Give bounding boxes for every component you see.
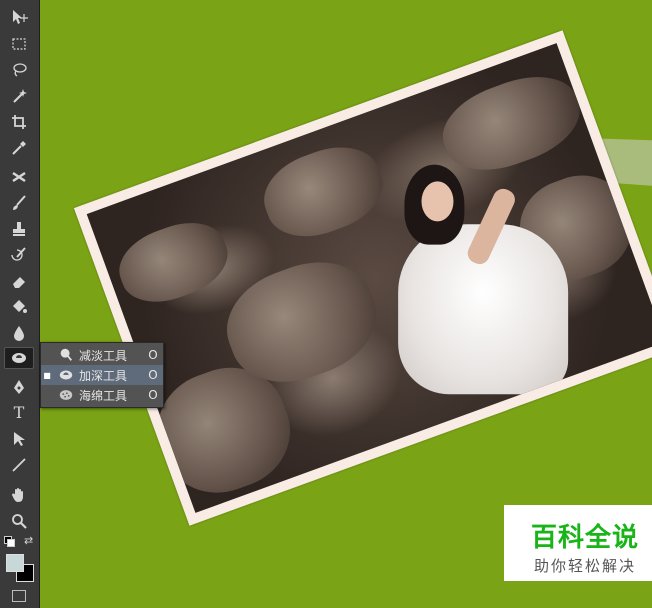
tool-flyout-menu: 减淡工具 O ■ 加深工具 O 海绵工具 O [40, 342, 164, 408]
face [421, 181, 454, 222]
eraser-icon [13, 277, 25, 288]
swap-colors-icon[interactable]: ⇄ [24, 534, 33, 547]
foreground-color-swatch[interactable] [6, 554, 24, 572]
burn-icon [12, 353, 26, 363]
crop-tool[interactable] [4, 111, 34, 133]
magic-wand-tool[interactable] [4, 85, 34, 107]
history-brush-icon [11, 247, 26, 261]
brush-tool[interactable] [4, 192, 34, 214]
burn-icon [59, 370, 73, 380]
move-tool[interactable] [4, 6, 34, 28]
default-colors-icon[interactable] [4, 536, 15, 547]
type-tool[interactable]: T [4, 402, 34, 424]
burn-tool[interactable] [4, 347, 34, 369]
flyout-item-dodge[interactable]: 减淡工具 O [41, 345, 163, 365]
document-canvas[interactable]: 百科全说 助你轻松解决 [40, 0, 652, 608]
history-brush-tool[interactable] [4, 244, 34, 266]
move-icon [13, 10, 28, 24]
sponge-icon [59, 390, 73, 400]
path-selection-tool[interactable] [4, 428, 34, 450]
flyout-item-shortcut: O [148, 388, 158, 402]
eyedropper-icon [12, 141, 26, 155]
hand-icon [12, 488, 23, 502]
flyout-item-label: 加深工具 [79, 368, 128, 383]
marquee-tool[interactable] [4, 33, 34, 55]
eraser-tool[interactable] [4, 270, 34, 292]
tools-panel: T ⇄ [0, 0, 40, 608]
paint-bucket-tool[interactable] [4, 296, 34, 318]
zoom-tool[interactable] [4, 510, 34, 532]
lasso-icon [13, 63, 27, 77]
blur-tool[interactable] [4, 322, 34, 344]
pen-icon [14, 380, 24, 394]
hand-tool[interactable] [4, 484, 34, 506]
flyout-item-label: 减淡工具 [79, 348, 128, 363]
crop-icon [12, 115, 26, 129]
flyout-item-shortcut: O [148, 348, 158, 362]
photo-frame [73, 30, 652, 526]
brush-icon [13, 195, 26, 210]
flyout-item-burn[interactable]: ■ 加深工具 O [41, 365, 163, 385]
line-tool[interactable] [4, 454, 34, 476]
selected-marker: ■ [43, 370, 51, 380]
healing-brush-tool[interactable] [4, 166, 34, 188]
marquee-icon [12, 38, 26, 50]
eyedropper-tool[interactable] [4, 137, 34, 159]
photo-image [86, 43, 652, 513]
arrow-icon [14, 432, 25, 446]
drop-icon [14, 326, 24, 341]
flyout-item-shortcut: O [148, 368, 158, 382]
flyout-item-label: 海绵工具 [79, 388, 128, 403]
healing-icon [12, 171, 26, 183]
color-swatches [4, 552, 36, 582]
watermark-logo: 百科全说 助你轻松解决 [504, 505, 652, 581]
quick-mask-button[interactable] [12, 590, 26, 602]
flyout-item-sponge[interactable]: 海绵工具 O [41, 385, 163, 405]
watermark-subtitle: 助你轻松解决 [533, 557, 636, 575]
clone-stamp-tool[interactable] [4, 218, 34, 240]
magic-wand-icon [13, 89, 27, 103]
stamp-icon [13, 222, 25, 236]
dodge-icon [60, 348, 73, 361]
watermark-title: 百科全说 [530, 523, 639, 553]
type-icon: T [13, 403, 25, 422]
lasso-tool[interactable] [4, 59, 34, 81]
pen-tool[interactable] [4, 376, 34, 398]
line-icon [12, 458, 26, 472]
zoom-icon [12, 514, 27, 529]
paint-bucket-icon [13, 300, 27, 313]
